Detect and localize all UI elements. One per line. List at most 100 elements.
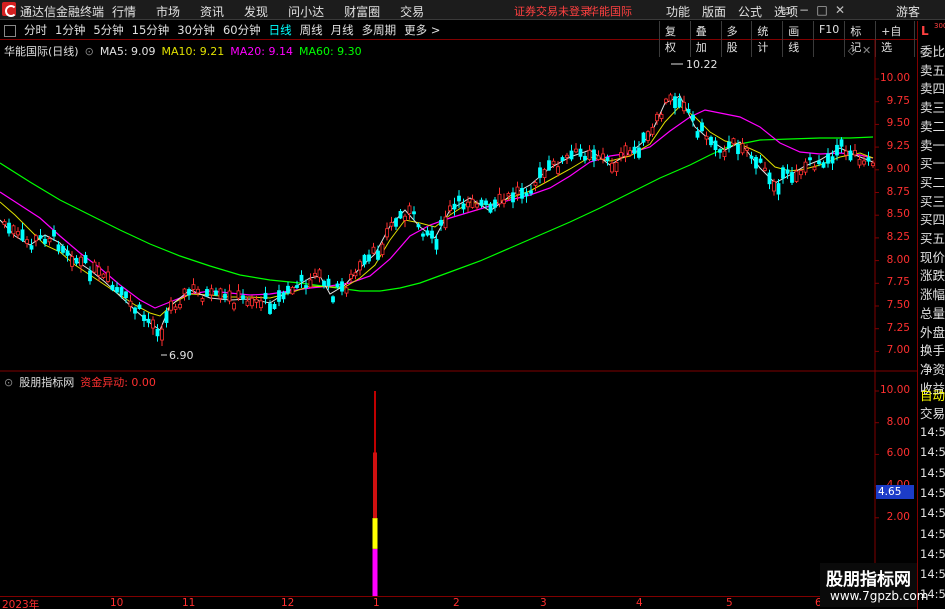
candle-body bbox=[700, 122, 704, 132]
candle-body bbox=[457, 195, 461, 202]
period-30m[interactable]: 30分钟 bbox=[173, 22, 219, 38]
candle-body bbox=[371, 246, 376, 254]
auto-label[interactable]: 自动 bbox=[920, 385, 945, 404]
candle-body bbox=[452, 203, 457, 210]
date-label: 12 bbox=[281, 597, 295, 609]
quote-field-label: 买二 bbox=[920, 174, 945, 190]
period-multi[interactable]: 多周期 bbox=[358, 22, 401, 38]
period-60m[interactable]: 60分钟 bbox=[219, 22, 265, 38]
candle-body bbox=[106, 271, 110, 282]
date-label: 11 bbox=[182, 597, 196, 609]
indicator-tick-label: 6.00 bbox=[886, 447, 910, 460]
candle-body bbox=[745, 147, 749, 151]
candle-body bbox=[605, 157, 610, 162]
trade-label[interactable]: 交易 bbox=[920, 403, 945, 422]
candle-body bbox=[259, 300, 263, 309]
candle-body bbox=[857, 159, 862, 166]
candle-body bbox=[178, 303, 182, 309]
close-icon[interactable]: ✕ bbox=[832, 2, 848, 18]
candle-body bbox=[110, 284, 115, 291]
indicator-name[interactable]: 股朋指标网 bbox=[19, 374, 74, 390]
period-tick[interactable]: 分时 bbox=[20, 22, 51, 38]
quote-field-label: 涨幅 bbox=[920, 287, 945, 303]
candle-body bbox=[295, 285, 299, 288]
candle-body bbox=[389, 222, 394, 227]
candle-body bbox=[677, 98, 682, 108]
candle-body bbox=[619, 152, 623, 158]
candle-body bbox=[821, 162, 826, 168]
menu-market[interactable]: 市场 bbox=[156, 3, 180, 20]
candle-body bbox=[128, 300, 133, 307]
candle-body bbox=[232, 302, 236, 310]
period-5m[interactable]: 5分钟 bbox=[89, 22, 127, 38]
dropdown-icon[interactable]: ⊙ bbox=[85, 45, 94, 58]
period-weekly[interactable]: 周线 bbox=[296, 22, 327, 38]
candle-body bbox=[286, 285, 290, 294]
menu-trade[interactable]: 交易 bbox=[400, 3, 424, 20]
candle-body bbox=[574, 148, 578, 153]
period-monthly[interactable]: 月线 bbox=[327, 22, 358, 38]
candle-body bbox=[331, 296, 335, 303]
candle-body bbox=[830, 156, 835, 164]
candle-body bbox=[853, 150, 857, 156]
candle-body bbox=[803, 161, 808, 173]
ma5-value: MA5: 9.09 bbox=[99, 44, 156, 58]
watermark-url: www.7gpzb.com bbox=[830, 589, 929, 603]
candle-body bbox=[682, 101, 686, 112]
candle-body bbox=[479, 199, 484, 206]
candle-body bbox=[668, 94, 673, 102]
candle-body bbox=[164, 311, 169, 323]
date-label: 5 bbox=[726, 597, 733, 609]
maximize-icon[interactable]: □ bbox=[814, 2, 830, 18]
fund-anomaly-bar-segment bbox=[373, 452, 377, 519]
trade-time: 14:56 bbox=[920, 546, 945, 561]
chart-canvas[interactable]: 10.22 6.90 bbox=[0, 40, 917, 596]
menu-ask[interactable]: 问小达 bbox=[288, 3, 324, 20]
candle-body bbox=[776, 183, 781, 195]
period-more[interactable]: 更多 > bbox=[400, 22, 444, 38]
menu-formula[interactable]: 公式 bbox=[738, 3, 762, 20]
period-15m[interactable]: 15分钟 bbox=[128, 22, 174, 38]
indicator-dropdown-icon[interactable]: ⊙ bbox=[4, 376, 13, 389]
stock-label[interactable]: 华能国际(日线) bbox=[4, 43, 79, 59]
candle-body bbox=[92, 261, 97, 273]
restore-icon[interactable]: ▭ bbox=[778, 2, 794, 18]
quote-field-label: 买四 bbox=[920, 212, 945, 228]
price-tick-label: 9.00 bbox=[886, 162, 910, 175]
menu-news[interactable]: 资讯 bbox=[200, 3, 224, 20]
candle-body bbox=[268, 303, 272, 314]
candle-body bbox=[502, 199, 506, 204]
user-label[interactable]: 游客 bbox=[896, 3, 920, 20]
quote-field-label: 外盘 bbox=[920, 324, 945, 340]
level-indicator[interactable]: L bbox=[921, 24, 929, 38]
minimize-icon[interactable]: − bbox=[796, 2, 812, 18]
menu-function[interactable]: 功能 bbox=[666, 3, 690, 20]
candle-body bbox=[524, 192, 529, 197]
settings-icon[interactable]: ◇ bbox=[848, 44, 856, 57]
candle-body bbox=[344, 287, 349, 294]
period-1m[interactable]: 1分钟 bbox=[51, 22, 89, 38]
candle-body bbox=[583, 155, 587, 161]
close-panel-icon[interactable]: ✕ bbox=[862, 44, 871, 57]
price-tick-label: 7.50 bbox=[886, 299, 910, 311]
quote-field-label: 卖四 bbox=[920, 81, 945, 97]
menu-quotes[interactable]: 行情 bbox=[112, 3, 136, 20]
candle-body bbox=[569, 150, 574, 160]
candle-body bbox=[448, 205, 452, 211]
ma20-value: MA20: 9.14 bbox=[230, 44, 293, 58]
candle-body bbox=[749, 155, 754, 159]
candle-body bbox=[772, 181, 776, 192]
candle-body bbox=[47, 238, 52, 243]
candle-body bbox=[488, 203, 493, 213]
menu-wealth[interactable]: 财富圈 bbox=[344, 3, 380, 20]
candle-body bbox=[187, 289, 191, 296]
candle-body bbox=[79, 256, 83, 267]
candle-body bbox=[281, 292, 286, 300]
menu-layout[interactable]: 版面 bbox=[702, 3, 726, 20]
panel-toggle-icon[interactable] bbox=[4, 25, 16, 37]
period-daily[interactable]: 日线 bbox=[265, 22, 296, 38]
menu-discover[interactable]: 发现 bbox=[244, 3, 268, 20]
ma60-value: MA60: 9.30 bbox=[298, 44, 362, 58]
candle-body bbox=[223, 293, 227, 299]
trade-time: 14:56 bbox=[920, 567, 945, 582]
